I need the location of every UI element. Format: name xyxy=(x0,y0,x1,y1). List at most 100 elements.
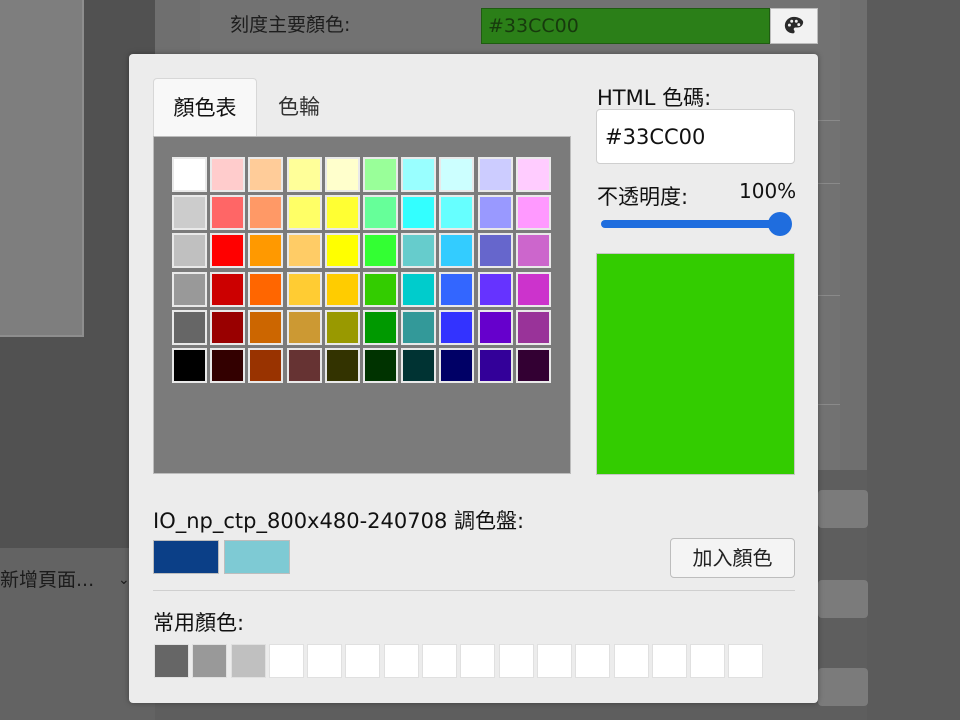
divider xyxy=(153,590,795,591)
color-swatch[interactable] xyxy=(324,347,360,383)
common-color-swatch[interactable] xyxy=(230,644,266,678)
color-swatch[interactable] xyxy=(286,271,322,307)
color-swatch[interactable] xyxy=(172,157,207,192)
color-swatch[interactable] xyxy=(248,195,284,231)
new-page-menu[interactable]: 新增頁面... ⌄ xyxy=(0,560,140,600)
tick-major-color-field[interactable]: #33CC00 xyxy=(481,8,770,44)
palette-swatch[interactable] xyxy=(153,540,219,574)
opacity-slider-track[interactable] xyxy=(601,220,791,228)
tab-color-wheel[interactable]: 色輪 xyxy=(257,78,341,136)
color-swatch[interactable] xyxy=(172,195,207,231)
color-swatch[interactable] xyxy=(362,347,398,383)
row-divider xyxy=(818,295,840,296)
color-swatch[interactable] xyxy=(248,271,284,307)
common-color-swatch[interactable] xyxy=(307,644,343,678)
color-swatch[interactable] xyxy=(401,195,437,231)
chevron-down-icon: ⌄ xyxy=(118,572,130,588)
common-color-swatch[interactable] xyxy=(345,644,381,678)
color-swatch[interactable] xyxy=(172,271,207,307)
color-swatch[interactable] xyxy=(515,347,551,383)
color-swatch[interactable] xyxy=(248,233,284,269)
common-color-swatch[interactable] xyxy=(460,644,496,678)
html-code-input[interactable] xyxy=(596,109,795,164)
color-swatch[interactable] xyxy=(210,157,246,192)
color-swatch[interactable] xyxy=(286,157,322,192)
common-color-swatch[interactable] xyxy=(690,644,726,678)
color-swatch[interactable] xyxy=(515,271,551,307)
color-swatch[interactable] xyxy=(210,347,246,383)
palette-title: IO_np_ctp_800x480-240708 調色盤: xyxy=(153,509,525,533)
color-swatch[interactable] xyxy=(515,233,551,269)
color-swatch[interactable] xyxy=(477,157,513,192)
common-color-swatch[interactable] xyxy=(498,644,534,678)
color-swatch[interactable] xyxy=(210,233,246,269)
color-swatch[interactable] xyxy=(401,233,437,269)
color-swatch[interactable] xyxy=(324,157,360,192)
color-swatch[interactable] xyxy=(439,157,475,192)
color-swatch[interactable] xyxy=(210,195,246,231)
color-swatch[interactable] xyxy=(401,157,437,192)
common-color-swatch[interactable] xyxy=(268,644,304,678)
common-color-swatch[interactable] xyxy=(575,644,611,678)
color-swatch[interactable] xyxy=(362,233,398,269)
color-swatch[interactable] xyxy=(324,233,360,269)
color-swatch[interactable] xyxy=(477,271,513,307)
color-swatch[interactable] xyxy=(248,347,284,383)
color-swatch[interactable] xyxy=(477,347,513,383)
color-swatch[interactable] xyxy=(172,309,207,345)
color-swatch[interactable] xyxy=(172,347,207,383)
color-swatch[interactable] xyxy=(401,271,437,307)
row-divider xyxy=(818,183,840,184)
common-color-swatch[interactable] xyxy=(651,644,687,678)
new-page-label: 新增頁面... xyxy=(0,569,95,591)
color-swatch[interactable] xyxy=(362,309,398,345)
color-swatch[interactable] xyxy=(362,271,398,307)
common-color-swatch[interactable] xyxy=(728,644,764,678)
common-color-swatch[interactable] xyxy=(613,644,649,678)
color-swatch[interactable] xyxy=(477,195,513,231)
common-color-swatch[interactable] xyxy=(422,644,458,678)
color-swatch[interactable] xyxy=(401,309,437,345)
color-swatch[interactable] xyxy=(477,233,513,269)
tick-major-color-label: 刻度主要顏色: xyxy=(230,14,351,36)
color-swatch[interactable] xyxy=(324,195,360,231)
color-picker-dialog: 顏色表 色輪 HTML 色碼: 不透明度: 100% IO_np_ctp_800… xyxy=(129,54,818,703)
color-swatch[interactable] xyxy=(324,309,360,345)
color-swatch[interactable] xyxy=(477,309,513,345)
color-swatch[interactable] xyxy=(324,271,360,307)
color-swatch[interactable] xyxy=(439,309,475,345)
color-swatch[interactable] xyxy=(172,233,207,269)
color-swatch[interactable] xyxy=(515,309,551,345)
color-swatch[interactable] xyxy=(439,195,475,231)
left-canvas-thumbnail[interactable] xyxy=(0,0,84,337)
common-color-swatch[interactable] xyxy=(192,644,228,678)
add-color-button[interactable]: 加入顏色 xyxy=(670,538,795,578)
color-swatch[interactable] xyxy=(248,309,284,345)
color-swatch[interactable] xyxy=(210,271,246,307)
palette-swatch[interactable] xyxy=(224,540,290,574)
common-color-swatch[interactable] xyxy=(536,644,572,678)
color-swatch[interactable] xyxy=(210,309,246,345)
color-swatch[interactable] xyxy=(515,157,551,192)
color-swatch[interactable] xyxy=(248,157,284,192)
tab-color-table[interactable]: 顏色表 xyxy=(153,78,257,136)
color-swatch[interactable] xyxy=(439,271,475,307)
background-button[interactable] xyxy=(818,668,868,706)
color-swatch[interactable] xyxy=(362,195,398,231)
color-swatch[interactable] xyxy=(401,347,437,383)
color-swatch[interactable] xyxy=(439,347,475,383)
opacity-slider-handle[interactable] xyxy=(768,212,792,236)
background-button[interactable] xyxy=(818,580,868,618)
common-color-swatch[interactable] xyxy=(154,644,189,678)
background-button[interactable] xyxy=(818,490,868,528)
color-swatch[interactable] xyxy=(286,195,322,231)
color-swatch[interactable] xyxy=(286,309,322,345)
color-swatch[interactable] xyxy=(439,233,475,269)
palette-button[interactable] xyxy=(770,8,818,44)
common-color-swatch[interactable] xyxy=(383,644,419,678)
opacity-label: 不透明度: xyxy=(597,185,689,209)
color-swatch[interactable] xyxy=(286,233,322,269)
color-swatch[interactable] xyxy=(515,195,551,231)
color-swatch[interactable] xyxy=(286,347,322,383)
color-swatch[interactable] xyxy=(362,157,398,192)
